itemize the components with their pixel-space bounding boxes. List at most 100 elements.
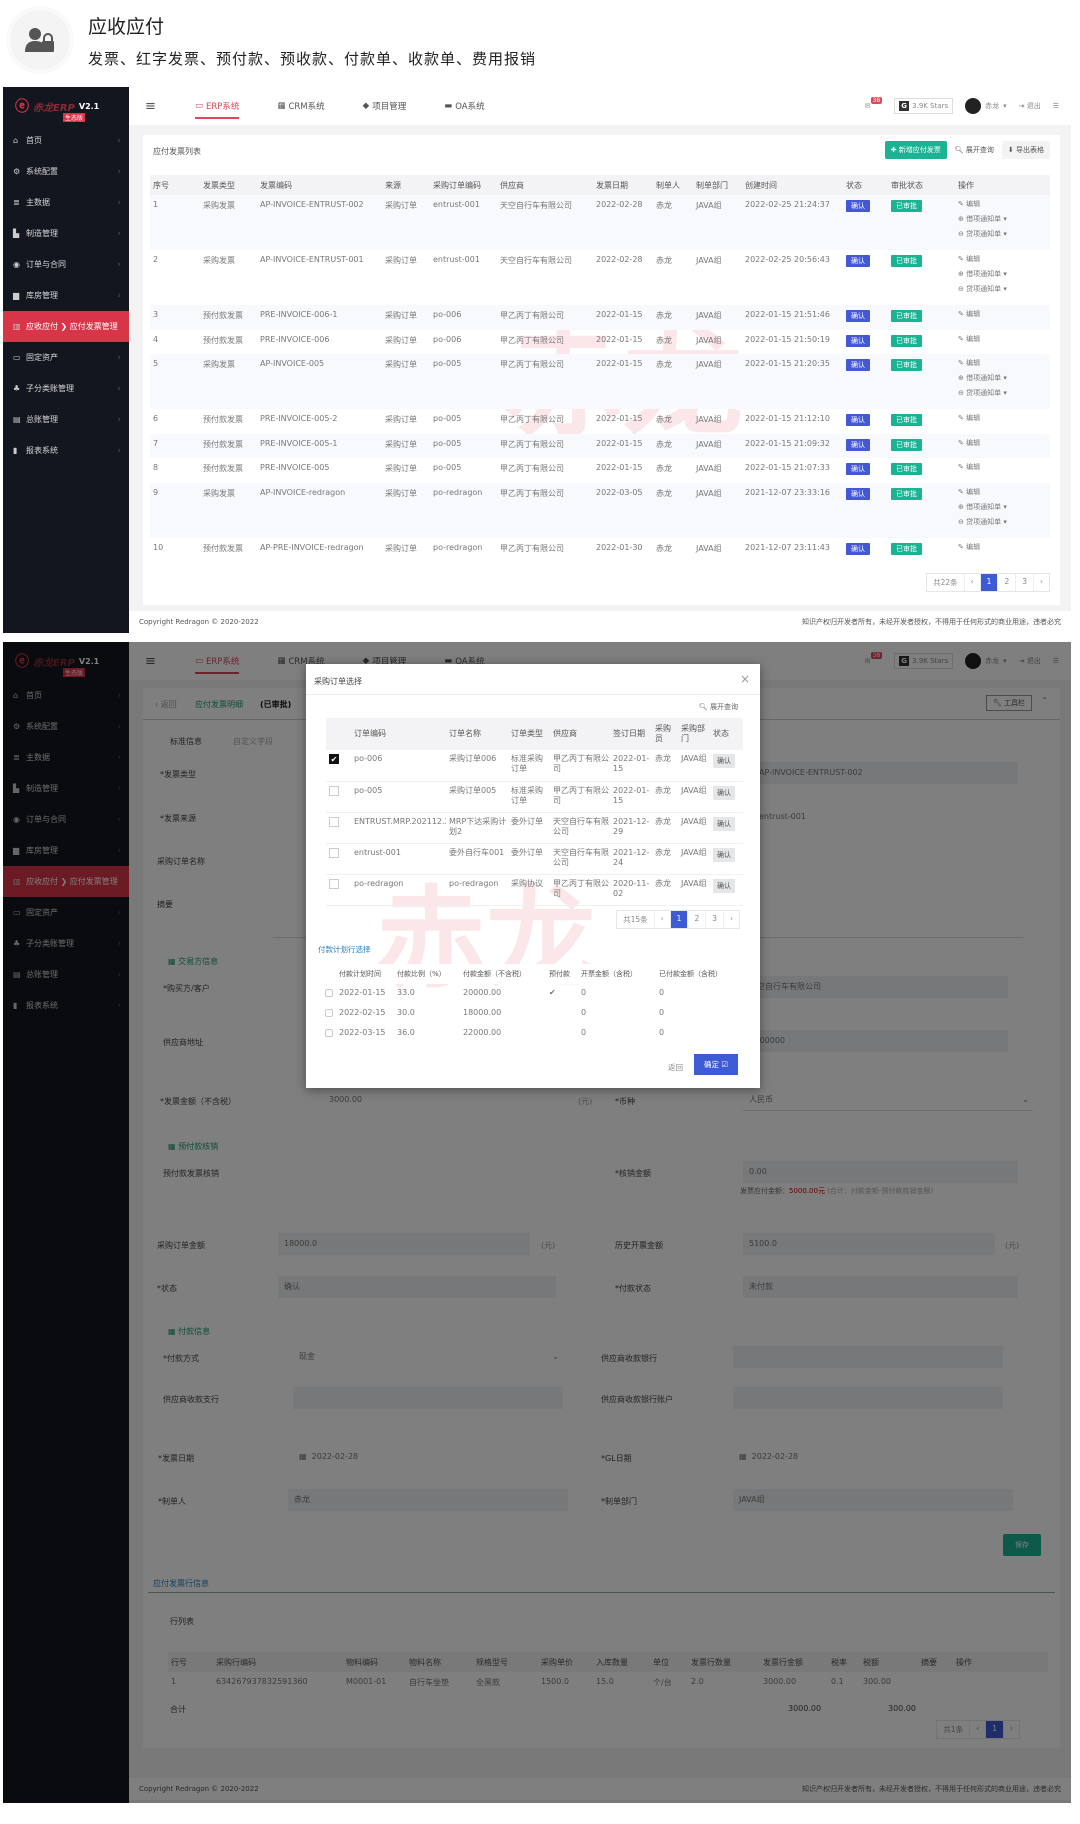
page-button[interactable]: 2: [687, 911, 705, 928]
row-checkbox[interactable]: [325, 1028, 333, 1037]
debit-note-dropdown[interactable]: ⊕ 借项通知单 ▾: [958, 371, 1050, 386]
sidebar-item[interactable]: ▙ 制造管理 ›: [3, 218, 129, 249]
table-cell: 9: [150, 482, 200, 538]
approval-badge: 已审批: [891, 334, 922, 347]
logout-icon: ⇥: [1018, 102, 1025, 110]
row-checkbox[interactable]: [325, 1008, 333, 1017]
export-button[interactable]: ⬇ 导出表格: [1001, 141, 1050, 159]
logout-button[interactable]: ⇥ 退出: [1019, 101, 1041, 111]
edit-button[interactable]: ✎ 编辑: [958, 197, 1050, 212]
next-page-button[interactable]: ›: [1033, 574, 1049, 591]
table-row[interactable]: ✔ po-006 采购订单006 标准采购订单 甲乙丙丁有限公司 2022-01-15 赤龙…: [326, 750, 743, 781]
edit-button[interactable]: ✎ 编辑: [958, 307, 1050, 322]
close-icon[interactable]: ×: [740, 672, 750, 686]
page-button[interactable]: 1: [979, 574, 998, 591]
search-toggle-button[interactable]: 🔍︎ 展开查询: [955, 145, 994, 155]
edit-button[interactable]: ✎ 编辑: [958, 540, 1050, 555]
table-row[interactable]: 2 采购发票 AP-INVOICE-ENTRUST-001 采购订单 entrust-0…: [150, 250, 1050, 305]
credit-note-dropdown[interactable]: ⊖ 贷项通知单 ▾: [958, 515, 1050, 530]
table-row[interactable]: 3 预付款发票 PRE-INVOICE-006-1 采购订单 po-006 甲乙丙丁有限公…: [150, 305, 1050, 330]
table-row[interactable]: 2022-01-15 33.0 20000.00 ✔ 0 0: [322, 984, 742, 1004]
table-row[interactable]: 5 采购发票 AP-INVOICE-005 采购订单 po-005 甲乙丙丁有限公司 202…: [150, 354, 1050, 409]
search-toggle-button[interactable]: 🔍︎ 展开查询: [699, 702, 738, 712]
debit-note-dropdown[interactable]: ⊕ 借项通知单 ▾: [958, 500, 1050, 515]
sidebar-item[interactable]: ▥ 应收应付 ❯ 应付发票管理: [3, 311, 129, 342]
tab-oa[interactable]: ▬OA系统: [444, 87, 484, 125]
table-row[interactable]: 7 预付款发票 PRE-INVOICE-005-1 采购订单 po-005 甲乙丙丁有限公…: [150, 433, 1050, 458]
page-button[interactable]: 3: [705, 911, 723, 928]
credit-note-dropdown[interactable]: ⊖ 贷项通知单 ▾: [958, 282, 1050, 297]
row-checkbox[interactable]: ✔: [329, 754, 339, 764]
sidebar-item[interactable]: ▤ 总账管理 ›: [3, 404, 129, 435]
tab-crm[interactable]: ▦CRM系统: [277, 87, 324, 125]
back-button[interactable]: 返回: [668, 1062, 683, 1073]
sidebar-item[interactable]: ▭ 固定资产 ›: [3, 342, 129, 373]
debit-note-dropdown[interactable]: ⊕ 借项通知单 ▾: [958, 212, 1050, 227]
edit-button[interactable]: ✎ 编辑: [958, 436, 1050, 451]
user-menu[interactable]: 赤龙▾: [965, 98, 1007, 114]
row-checkbox[interactable]: [329, 816, 339, 827]
table-row[interactable]: 2022-03-15 36.0 22000.00 0 0: [322, 1024, 742, 1044]
table-row[interactable]: po-redragon po-redragon 采购协议 甲乙丙丁有限公司 2020-1…: [326, 874, 743, 905]
sidebar-item[interactable]: ⌂ 首页 ›: [3, 125, 129, 156]
debit-note-dropdown[interactable]: ⊕ 借项通知单 ▾: [958, 267, 1050, 282]
credit-note-dropdown[interactable]: ⊖ 贷项通知单 ▾: [958, 227, 1050, 242]
table-row[interactable]: 1 采购发票 AP-INVOICE-ENTRUST-002 采购订单 entrust-0…: [150, 195, 1050, 250]
sidebar-item[interactable]: ♣ 子分类账管理 ›: [3, 373, 129, 404]
table-cell: JAVA组: [681, 878, 707, 888]
sidebar-item[interactable]: ▆ 库房管理 ›: [3, 280, 129, 311]
sidebar-item[interactable]: ⚙ 系统配置 ›: [3, 156, 129, 187]
table-row[interactable]: 2022-02-15 30.0 18000.00 0 0: [322, 1004, 742, 1024]
table-cell: AP-INVOICE-redragon: [257, 482, 382, 538]
table-cell: po-005: [430, 354, 497, 409]
sidebar-item[interactable]: ▮ 报表系统 ›: [3, 435, 129, 466]
tab-erp[interactable]: ▭ERP系统: [195, 87, 240, 125]
table-row[interactable]: 8 预付款发票 PRE-INVOICE-005 采购订单 po-005 甲乙丙丁有限公司 2…: [150, 458, 1050, 483]
confirm-button[interactable]: 确定 ☑: [694, 1054, 739, 1075]
minus-circle-icon: ⊖: [958, 230, 967, 238]
credit-note-dropdown[interactable]: ⊖ 贷项通知单 ▾: [958, 386, 1050, 401]
page-button[interactable]: 2: [997, 574, 1015, 591]
page-button[interactable]: 1: [669, 911, 688, 928]
row-checkbox[interactable]: [329, 847, 339, 858]
table-row[interactable]: ENTRUST.MRP.202112.2 MRP下达采购计划2 委外订单 天空自行车有…: [326, 812, 743, 843]
actions-cell: ✎ 编辑: [955, 409, 1050, 434]
table-cell: 标准采购订单: [511, 754, 543, 773]
hamburger-icon[interactable]: ≡: [145, 99, 157, 114]
table-row[interactable]: 10 预付款发票 AP-PRE-INVOICE-redragon 采购订单 po-red…: [150, 538, 1050, 563]
prev-page-button[interactable]: ‹: [653, 911, 670, 928]
add-invoice-button[interactable]: ✚ 新增应付发票: [884, 141, 947, 159]
table-row[interactable]: po-005 采购订单005 标准采购订单 甲乙丙丁有限公司 2022-01-15 赤龙 J…: [326, 781, 743, 812]
table-row[interactable]: 6 预付款发票 PRE-INVOICE-005-2 采购订单 po-005 甲乙丙丁有限公…: [150, 409, 1050, 434]
table-row[interactable]: 4 预付款发票 PRE-INVOICE-006 采购订单 po-006 甲乙丙丁有限公司 2…: [150, 330, 1050, 355]
page-button[interactable]: 3: [1015, 574, 1033, 591]
logo[interactable]: ⓔ 赤龙ERPV2.1 生态版: [3, 87, 129, 125]
table-cell: JAVA组: [681, 847, 707, 857]
table-row[interactable]: 9 采购发票 AP-INVOICE-redragon 采购订单 po-redragon 甲…: [150, 482, 1050, 538]
menu-icon[interactable]: ☰: [1053, 102, 1059, 110]
messages-button[interactable]: ✉38: [865, 97, 883, 110]
row-checkbox[interactable]: [329, 878, 339, 889]
status-cell: 确认: [843, 409, 888, 434]
row-checkbox[interactable]: [329, 785, 339, 796]
table-row[interactable]: entrust-001 委外自行车001 委外订单 天空自行车有限公司 2021-12-…: [326, 843, 743, 874]
github-stars-button[interactable]: G3.9K Stars: [894, 98, 954, 114]
edit-button[interactable]: ✎ 编辑: [958, 485, 1050, 500]
sidebar-item[interactable]: ≣ 主数据 ›: [3, 187, 129, 218]
column-header: 制单部门: [693, 175, 742, 195]
sidebar-item[interactable]: ◉ 订单与合同 ›: [3, 249, 129, 280]
table-cell: po-006: [433, 334, 462, 344]
edit-button[interactable]: ✎ 编辑: [958, 460, 1050, 475]
approval-badge: 已审批: [891, 542, 922, 555]
edit-button[interactable]: ✎ 编辑: [958, 252, 1050, 267]
tab-project[interactable]: ◆项目管理: [363, 87, 407, 125]
edit-button[interactable]: ✎ 编辑: [958, 356, 1050, 371]
action-label: 编辑: [966, 414, 981, 422]
row-checkbox[interactable]: [325, 988, 333, 997]
column-header: 订单类型: [508, 718, 550, 750]
approval-cell: 已审批: [888, 354, 955, 409]
next-page-button[interactable]: ›: [723, 911, 739, 928]
edit-button[interactable]: ✎ 编辑: [958, 411, 1050, 426]
edit-button[interactable]: ✎ 编辑: [958, 332, 1050, 347]
prev-page-button[interactable]: ‹: [963, 574, 980, 591]
